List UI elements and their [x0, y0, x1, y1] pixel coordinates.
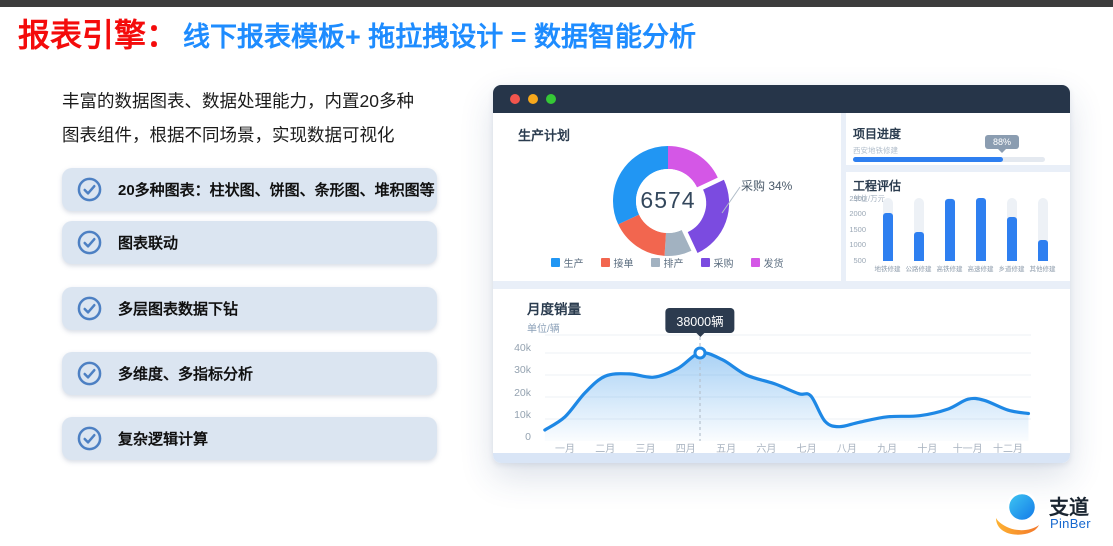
bar-column: 地铁修建	[872, 198, 903, 273]
y-tick: 2000	[846, 209, 866, 218]
title-blue-text: 线下报表模板+ 拖拉拽设计 = 数据智能分析	[183, 15, 696, 54]
bar-column: 其他修建	[1027, 198, 1058, 273]
legend-item: 排产	[651, 255, 684, 270]
x-tick: 高速修建	[965, 263, 996, 273]
minimize-button[interactable]	[528, 94, 538, 104]
right-panel: 项目进度 西安地铁修建 88% 工程评估 单位/万元 2500200015001…	[846, 113, 1070, 281]
production-plan-title: 生产计划	[518, 125, 570, 144]
x-tick: 高铁修建	[934, 263, 965, 273]
x-tick: 乡道修建	[996, 263, 1027, 273]
top-strip	[0, 0, 1113, 7]
bar-column: 高速修建	[965, 198, 996, 273]
legend-swatch	[551, 258, 560, 267]
title-red-text: 报表引擎：	[18, 10, 178, 56]
legend-label: 采购	[714, 255, 734, 270]
y-tick: 1000	[846, 240, 866, 249]
feature-pill: 20多种图表：柱状图、饼图、条形图、堆积图等	[62, 168, 437, 211]
bar	[914, 232, 924, 261]
bar	[883, 213, 893, 261]
close-button[interactable]	[510, 94, 520, 104]
x-tick: 其他修建	[1027, 263, 1058, 273]
legend-swatch	[701, 258, 710, 267]
monthly-sales-panel: 月度销量 单位/辆 40k30k20k10k0 一月二月三月四月五月六月七月八月…	[493, 289, 1070, 455]
intro-line2: 图表组件，根据不同场景，实现数据可视化	[62, 118, 482, 152]
feature-label: 多维度、多指标分析	[118, 363, 253, 384]
y-tick: 1500	[846, 225, 866, 234]
legend-label: 发货	[764, 255, 784, 270]
legend-swatch	[601, 258, 610, 267]
legend-swatch	[751, 258, 760, 267]
browser-window: 生产计划 6574 采购 34% 生产接单排产采购发货 项目进度 西安地铁修建 …	[493, 85, 1070, 463]
donut-center-value: 6574	[623, 187, 713, 214]
production-plan-panel: 生产计划 6574 采购 34% 生产 接单 排产 采购 发货	[493, 113, 841, 281]
bar-column: 高铁修建	[934, 198, 965, 273]
bar	[945, 199, 955, 261]
feature-label: 图表联动	[118, 232, 178, 253]
window-titlebar	[493, 85, 1070, 113]
bar	[976, 198, 986, 261]
donut-segment	[665, 240, 686, 244]
x-tick: 公路修建	[903, 263, 934, 273]
feature-pill: 多维度、多指标分析	[62, 352, 437, 395]
intro-text: 丰富的数据图表、数据处理能力，内置20多种 图表组件，根据不同场景，实现数据可视…	[62, 84, 482, 152]
bar	[1007, 217, 1017, 261]
maximize-button[interactable]	[546, 94, 556, 104]
legend-label: 接单	[614, 255, 634, 270]
feature-label: 20多种图表：柱状图、饼图、条形图、堆积图等	[118, 179, 435, 200]
check-icon	[77, 230, 102, 255]
slide: 报表引擎： 线下报表模板+ 拖拉拽设计 = 数据智能分析 丰富的数据图表、数据处…	[0, 0, 1113, 546]
check-icon	[77, 361, 102, 386]
legend-item: 发货	[751, 255, 784, 270]
panel-divider-horizontal	[493, 281, 1070, 289]
window-body: 生产计划 6574 采购 34% 生产接单排产采购发货 项目进度 西安地铁修建 …	[493, 113, 1070, 463]
legend-item: 接单	[601, 255, 634, 270]
feature-pill: 多层图表数据下钻	[62, 287, 437, 330]
area-chart-x-axis: 一月二月三月四月五月六月七月八月九月十月十一月十二月	[493, 289, 1070, 455]
feature-label: 复杂逻辑计算	[118, 428, 208, 449]
page-title: 报表引擎： 线下报表模板+ 拖拉拽设计 = 数据智能分析	[18, 10, 696, 56]
check-icon	[77, 177, 102, 202]
check-icon	[77, 296, 102, 321]
y-tick: 500	[846, 256, 866, 265]
legend-item: 生产	[551, 255, 584, 270]
legend-item: 采购	[701, 255, 734, 270]
chart-tooltip-label: 38000辆	[676, 315, 723, 329]
logo: 支道 PinBer	[992, 487, 1113, 543]
donut-callout-label: 采购 34%	[741, 177, 792, 194]
feature-pill: 复杂逻辑计算	[62, 417, 437, 460]
bar-column: 公路修建	[903, 198, 934, 273]
legend-label: 生产	[564, 255, 584, 270]
bar-column: 乡道修建	[996, 198, 1027, 273]
legend-swatch	[651, 258, 660, 267]
check-icon	[77, 426, 102, 451]
y-tick: 2500	[846, 194, 866, 203]
bar	[1038, 240, 1048, 261]
feature-label: 多层图表数据下钻	[118, 298, 238, 319]
window-footer	[493, 453, 1070, 463]
chart-tooltip: 38000辆	[665, 308, 734, 333]
logo-subname: PinBer	[1050, 516, 1091, 531]
legend-label: 排产	[664, 255, 684, 270]
intro-line1: 丰富的数据图表、数据处理能力，内置20多种	[62, 84, 482, 118]
x-tick: 地铁修建	[872, 263, 903, 273]
donut-legend: 生产 接单 排产 采购 发货	[493, 255, 841, 270]
logo-icon	[992, 489, 1044, 541]
bar-chart: 地铁修建公路修建高铁修建高速修建乡道修建其他修建	[872, 198, 1058, 273]
feature-pill: 图表联动	[62, 221, 437, 264]
